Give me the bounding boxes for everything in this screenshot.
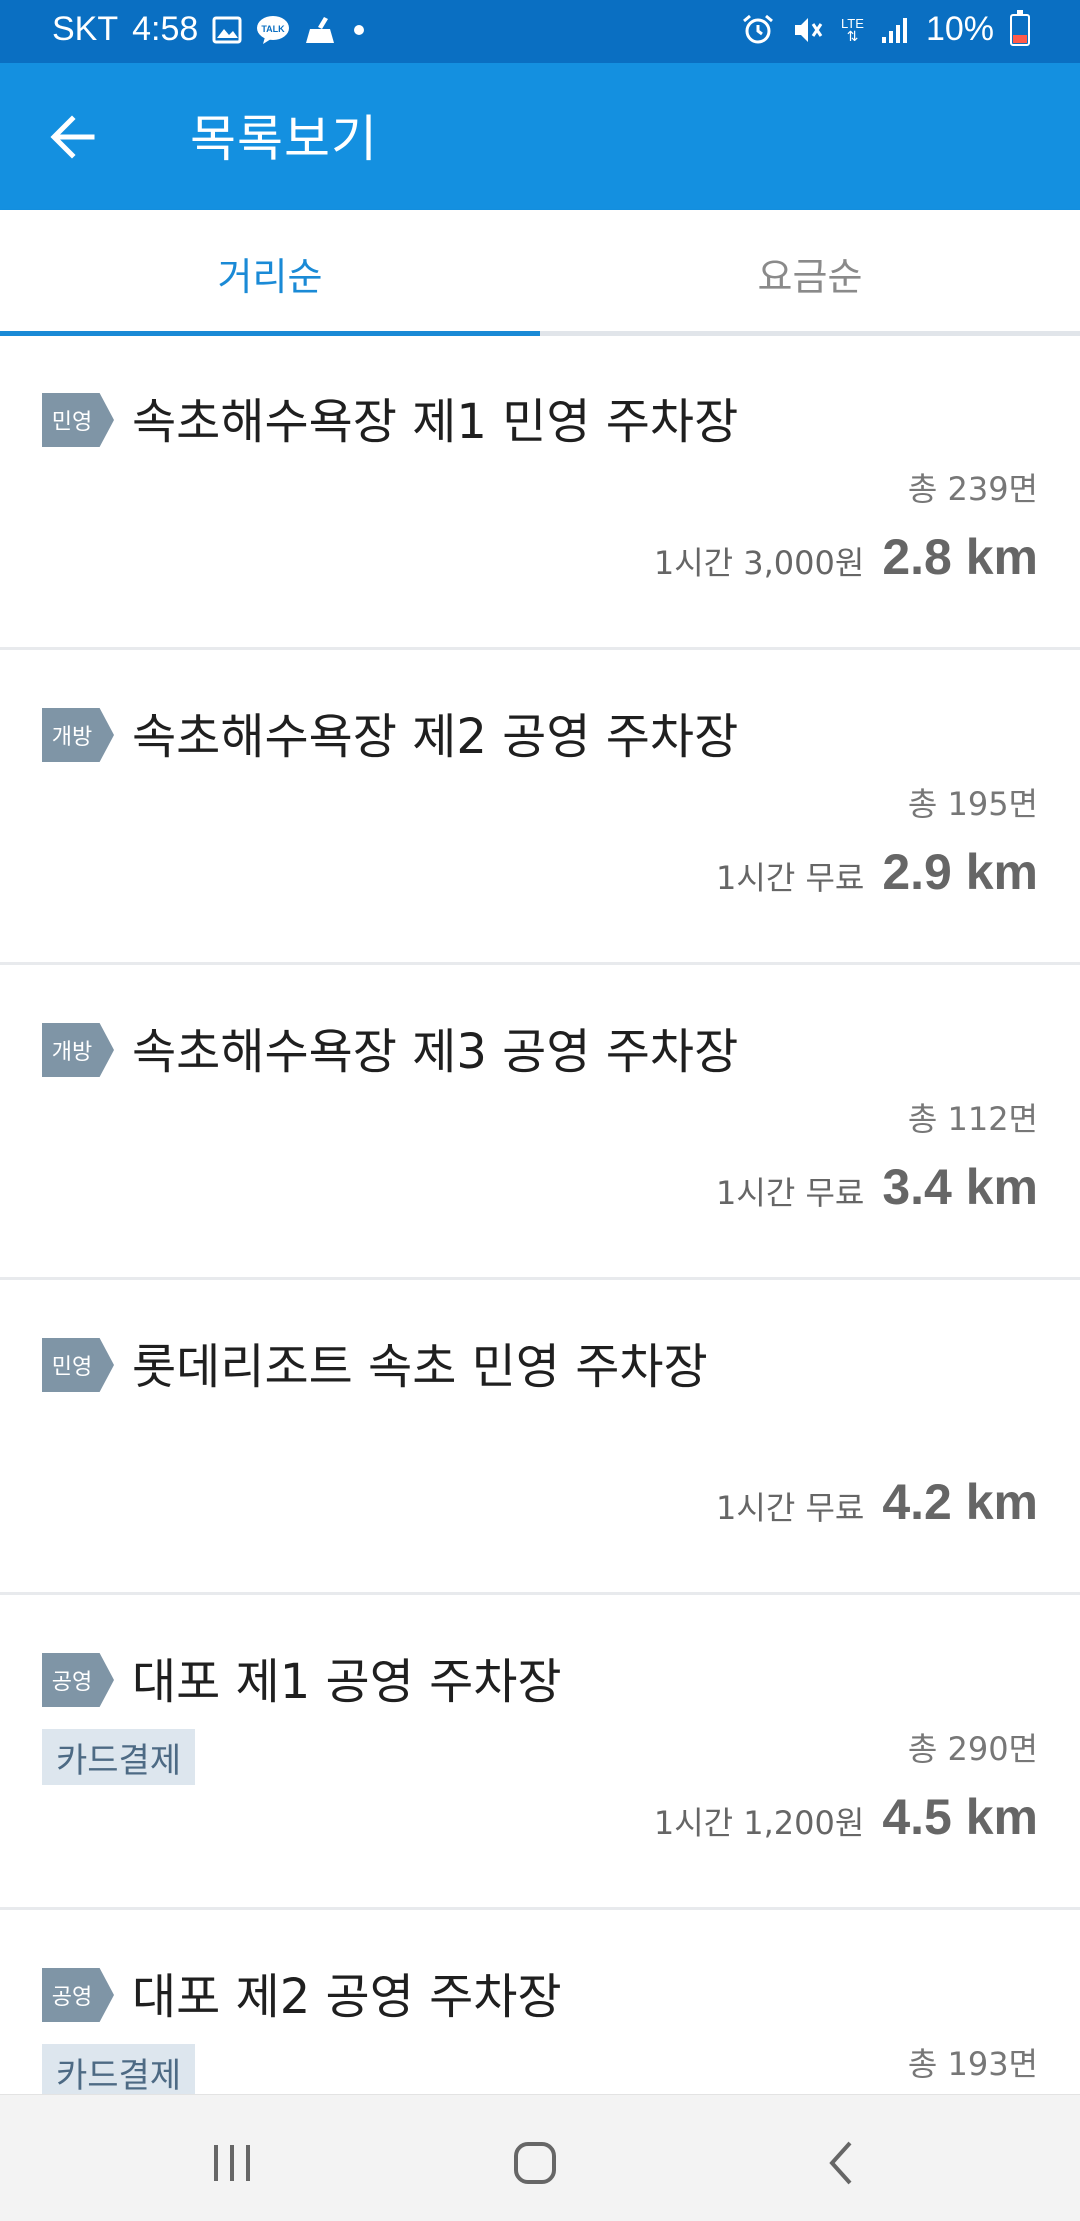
type-badge: 민영 (42, 1338, 114, 1392)
price: 1시간 무료 (716, 1489, 865, 1527)
system-nav-bar (0, 2094, 1080, 2221)
list-item[interactable]: 개방 속초해수욕장 제3 공영 주차장 총 112면 1시간 무료 3.4 km (0, 966, 1080, 1280)
back-icon (829, 2141, 852, 2185)
arrow-left-icon (50, 115, 95, 159)
type-badge: 개방 (42, 708, 114, 762)
total-spaces: 총 239면 (907, 470, 1038, 508)
kakaotalk-icon: TALK (256, 15, 290, 45)
price-distance-row: 1시간 무료 4.2 km (716, 1473, 1038, 1531)
total-spaces: 총 193면 (907, 2045, 1038, 2083)
card-payment-chip: 카드결제 (42, 1729, 196, 1785)
distance: 2.8 km (882, 529, 1038, 585)
dot-icon (352, 23, 366, 37)
home-button[interactable] (505, 2133, 565, 2193)
recent-apps-icon (214, 2145, 250, 2181)
distance: 2.9 km (882, 844, 1038, 900)
price: 1시간 무료 (716, 859, 865, 897)
battery-icon (1010, 9, 1030, 46)
list-item[interactable]: 민영 속초해수욕장 제1 민영 주차장 총 239면 1시간 3,000원 2.… (0, 336, 1080, 650)
list-item[interactable]: 공영 대포 제2 공영 주차장 카드결제 총 193면 (0, 1911, 1080, 2094)
recent-apps-button[interactable] (202, 2133, 262, 2193)
card-payment-chip: 카드결제 (42, 2044, 196, 2094)
battery-percent: 10% (925, 10, 994, 48)
total-spaces: 총 112면 (907, 1100, 1038, 1138)
list-item[interactable]: 공영 대포 제1 공영 주차장 카드결제 총 290면 1시간 1,200원 4… (0, 1596, 1080, 1910)
status-bar: SKT 4:58 TALK LTE ⇅ 10% (0, 0, 1080, 63)
sort-tabs: 거리순 요금순 (0, 210, 1080, 336)
mute-icon (791, 14, 825, 46)
type-badge: 개방 (42, 1023, 114, 1077)
price-distance-row: 1시간 무료 3.4 km (716, 1158, 1038, 1216)
app-bar: 목록보기 (0, 63, 1080, 210)
total-spaces: 총 195면 (907, 785, 1038, 823)
clock: 4:58 (132, 10, 199, 48)
parking-name: 속초해수욕장 제2 공영 주차장 (132, 709, 739, 765)
home-icon (514, 2142, 556, 2184)
total-spaces: 총 290면 (907, 1730, 1038, 1768)
price: 1시간 1,200원 (653, 1804, 865, 1842)
signal-icon (880, 15, 910, 45)
tab-distance[interactable]: 거리순 (0, 210, 540, 336)
price-distance-row: 1시간 1,200원 4.5 km (654, 1788, 1038, 1846)
svg-text:TALK: TALK (262, 24, 286, 34)
parking-name: 대포 제2 공영 주차장 (132, 1969, 562, 2025)
parking-name: 속초해수욕장 제3 공영 주차장 (132, 1024, 739, 1080)
price: 1시간 무료 (716, 1174, 865, 1212)
image-icon (212, 16, 242, 44)
parking-name: 롯데리조트 속초 민영 주차장 (132, 1339, 708, 1395)
price-distance-row: 1시간 무료 2.9 km (716, 843, 1038, 901)
price: 1시간 3,000원 (653, 544, 865, 582)
status-bar-right: LTE ⇅ 10% (741, 9, 1030, 49)
distance: 4.2 km (882, 1474, 1038, 1530)
type-badge: 공영 (42, 1968, 114, 2022)
status-bar-left: SKT 4:58 TALK (52, 10, 366, 49)
carrier-label: SKT (52, 10, 119, 48)
nav-back-button[interactable] (812, 2133, 872, 2193)
cleaner-icon (304, 15, 338, 45)
type-badge: 공영 (42, 1653, 114, 1707)
lte-icon: LTE ⇅ (841, 15, 864, 44)
distance: 4.5 km (882, 1789, 1038, 1845)
type-badge: 민영 (42, 393, 114, 447)
tab-price[interactable]: 요금순 (540, 210, 1080, 336)
alarm-icon (741, 14, 775, 46)
back-button[interactable] (46, 109, 102, 165)
parking-name: 대포 제1 공영 주차장 (132, 1654, 562, 1710)
list-item[interactable]: 민영 롯데리조트 속초 민영 주차장 1시간 무료 4.2 km (0, 1281, 1080, 1595)
distance: 3.4 km (882, 1159, 1038, 1215)
page-title: 목록보기 (190, 110, 378, 168)
list-item[interactable]: 개방 속초해수욕장 제2 공영 주차장 총 195면 1시간 무료 2.9 km (0, 651, 1080, 965)
parking-name: 속초해수욕장 제1 민영 주차장 (132, 394, 739, 450)
parking-list: 민영 속초해수욕장 제1 민영 주차장 총 239면 1시간 3,000원 2.… (0, 336, 1080, 2094)
price-distance-row: 1시간 3,000원 2.8 km (654, 528, 1038, 586)
